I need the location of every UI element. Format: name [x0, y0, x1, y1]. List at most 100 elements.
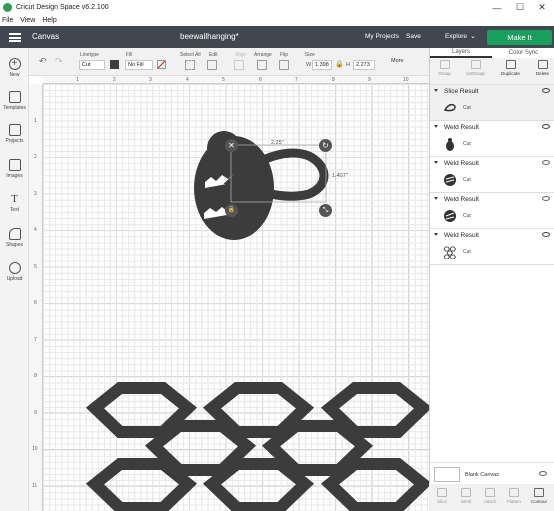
eye-icon[interactable] — [542, 124, 550, 129]
undo-icon[interactable]: ↶ — [39, 56, 47, 67]
eye-hidden-icon[interactable] — [542, 196, 550, 201]
duplicate-button[interactable]: Duplicate — [498, 60, 523, 76]
sidebar-item-shapes[interactable]: Shapes — [0, 228, 29, 248]
ungroup-label: UnGroup — [466, 71, 485, 76]
flip-icon[interactable] — [279, 60, 289, 70]
hamburger-menu-icon[interactable] — [9, 33, 21, 42]
linetype-select[interactable]: Cut — [79, 60, 105, 70]
document-title[interactable]: beewallhanging* — [180, 32, 239, 41]
layer-operation: Cut — [463, 105, 471, 111]
lock-icon[interactable]: 🔒 — [335, 60, 344, 68]
caret-down-icon[interactable] — [434, 161, 438, 164]
more-button[interactable]: More — [391, 58, 404, 64]
sidebar-item-images[interactable]: Images — [0, 159, 29, 179]
minimize-button[interactable]: — — [486, 0, 508, 15]
linetype-label: Linetype — [80, 52, 99, 58]
caret-down-icon[interactable] — [434, 125, 438, 128]
ruler-top-9: 9 — [368, 77, 371, 83]
caret-down-icon[interactable] — [434, 89, 438, 92]
fill-none-swatch[interactable] — [157, 60, 166, 69]
window-title: Cricut Design Space v6.2.100 — [16, 4, 109, 11]
height-dimension: 1.407" — [332, 173, 348, 179]
layer-item[interactable]: Weld Result Cut — [430, 193, 554, 229]
sidebar-item-projects[interactable]: Projects — [0, 124, 29, 144]
duplicate-icon — [505, 60, 516, 69]
height-label: H — [346, 62, 350, 68]
menu-help[interactable]: Help — [42, 17, 56, 24]
app-header: Canvas beewallhanging* My Projects Save … — [0, 26, 554, 48]
fill-select[interactable]: No Fill — [125, 60, 153, 70]
layer-item[interactable]: Slice Result Cut — [430, 85, 554, 121]
tab-layers[interactable]: Layers — [430, 48, 492, 58]
width-input[interactable]: 1.398 — [312, 60, 332, 70]
menu-file[interactable]: File — [2, 17, 13, 24]
attach-icon — [485, 488, 495, 497]
layers-panel: Layers Color Sync Group UnGroup Duplicat… — [429, 48, 554, 511]
sidebar-item-new[interactable]: + New — [0, 58, 29, 78]
eye-hidden-icon[interactable] — [542, 160, 550, 165]
resize-handle-icon[interactable]: ⤡ — [319, 204, 332, 217]
sidebar-item-text[interactable]: T Text — [0, 193, 29, 213]
rotate-handle-icon[interactable]: ↻ — [319, 139, 332, 152]
maximize-button[interactable]: ☐ — [509, 0, 531, 15]
explore-button[interactable]: Explore — [445, 33, 467, 40]
arrange-icon[interactable] — [257, 60, 267, 70]
sidebar-label-templates: Templates — [3, 105, 26, 111]
chevron-down-icon[interactable]: ⌄ — [470, 32, 476, 40]
slice-button[interactable]: Slice — [430, 488, 454, 504]
layer-item[interactable]: Weld Result Cut — [430, 157, 554, 193]
my-projects-link[interactable]: My Projects — [365, 33, 399, 40]
sidebar-label-upload: Upload — [6, 276, 23, 282]
menu-view[interactable]: View — [20, 17, 35, 24]
blank-canvas-layer[interactable]: Blank Canvas — [429, 462, 554, 484]
ruler-top-10: 10 — [403, 77, 409, 83]
layer-item[interactable]: Weld Result Cut — [430, 121, 554, 157]
group-icon — [439, 60, 450, 69]
eye-icon[interactable] — [542, 232, 550, 237]
delete-button[interactable]: Delete — [530, 60, 554, 76]
duplicate-label: Duplicate — [501, 71, 520, 76]
shirt-icon — [8, 91, 21, 103]
width-label: W — [306, 62, 312, 68]
align-icon[interactable] — [234, 60, 244, 70]
select-all-icon[interactable] — [185, 60, 195, 70]
menu-bar: File View Help — [0, 15, 554, 25]
tab-color-sync[interactable]: Color Sync — [492, 48, 554, 58]
delete-handle-icon[interactable]: ✕ — [225, 139, 238, 152]
ungroup-button[interactable]: UnGroup — [463, 60, 488, 76]
layer-item[interactable]: Weld Result Cut — [430, 229, 554, 265]
edit-label: Edit — [209, 52, 218, 58]
design-canvas[interactable]: 1 2 3 4 5 6 7 8 9 10 1 2 3 4 5 6 7 8 9 1… — [29, 76, 429, 511]
lock-handle-icon[interactable]: 🔒 — [225, 204, 238, 217]
eye-icon[interactable] — [542, 88, 550, 93]
contour-button[interactable]: Contour — [527, 488, 551, 504]
sidebar-item-upload[interactable]: Upload — [0, 262, 29, 282]
caret-down-icon[interactable] — [434, 197, 438, 200]
close-button[interactable]: ✕ — [531, 0, 553, 15]
slice-icon — [437, 488, 447, 497]
blank-canvas-swatch[interactable] — [434, 467, 460, 482]
save-button[interactable]: Save — [406, 33, 421, 40]
shapes-icon — [8, 228, 21, 240]
ruler-left-11: 11 — [32, 483, 38, 489]
layer-operation: Cut — [463, 249, 471, 255]
group-button[interactable]: Group — [432, 60, 457, 76]
sidebar-item-templates[interactable]: Templates — [0, 91, 29, 111]
redo-icon[interactable]: ↷ — [55, 56, 63, 67]
eye-hidden-icon[interactable] — [539, 471, 547, 476]
layer-thumbnail — [444, 174, 456, 186]
layer-title: Weld Result — [444, 196, 479, 203]
attach-button[interactable]: Attach — [478, 488, 502, 504]
height-input[interactable]: 2.273 — [353, 60, 375, 70]
ruler-left-4: 4 — [34, 227, 37, 233]
caret-down-icon[interactable] — [434, 233, 438, 236]
weld-button[interactable]: Weld — [454, 488, 478, 504]
layer-title: Weld Result — [444, 232, 479, 239]
ruler-top-3: 3 — [149, 77, 152, 83]
edit-icon[interactable] — [207, 60, 217, 70]
make-it-button[interactable]: Make It — [487, 30, 552, 45]
ruler-left-6: 6 — [34, 300, 37, 306]
flatten-button[interactable]: Flatten — [502, 488, 526, 504]
honeycomb-shape[interactable] — [85, 382, 429, 511]
linetype-color-swatch[interactable] — [110, 60, 119, 69]
